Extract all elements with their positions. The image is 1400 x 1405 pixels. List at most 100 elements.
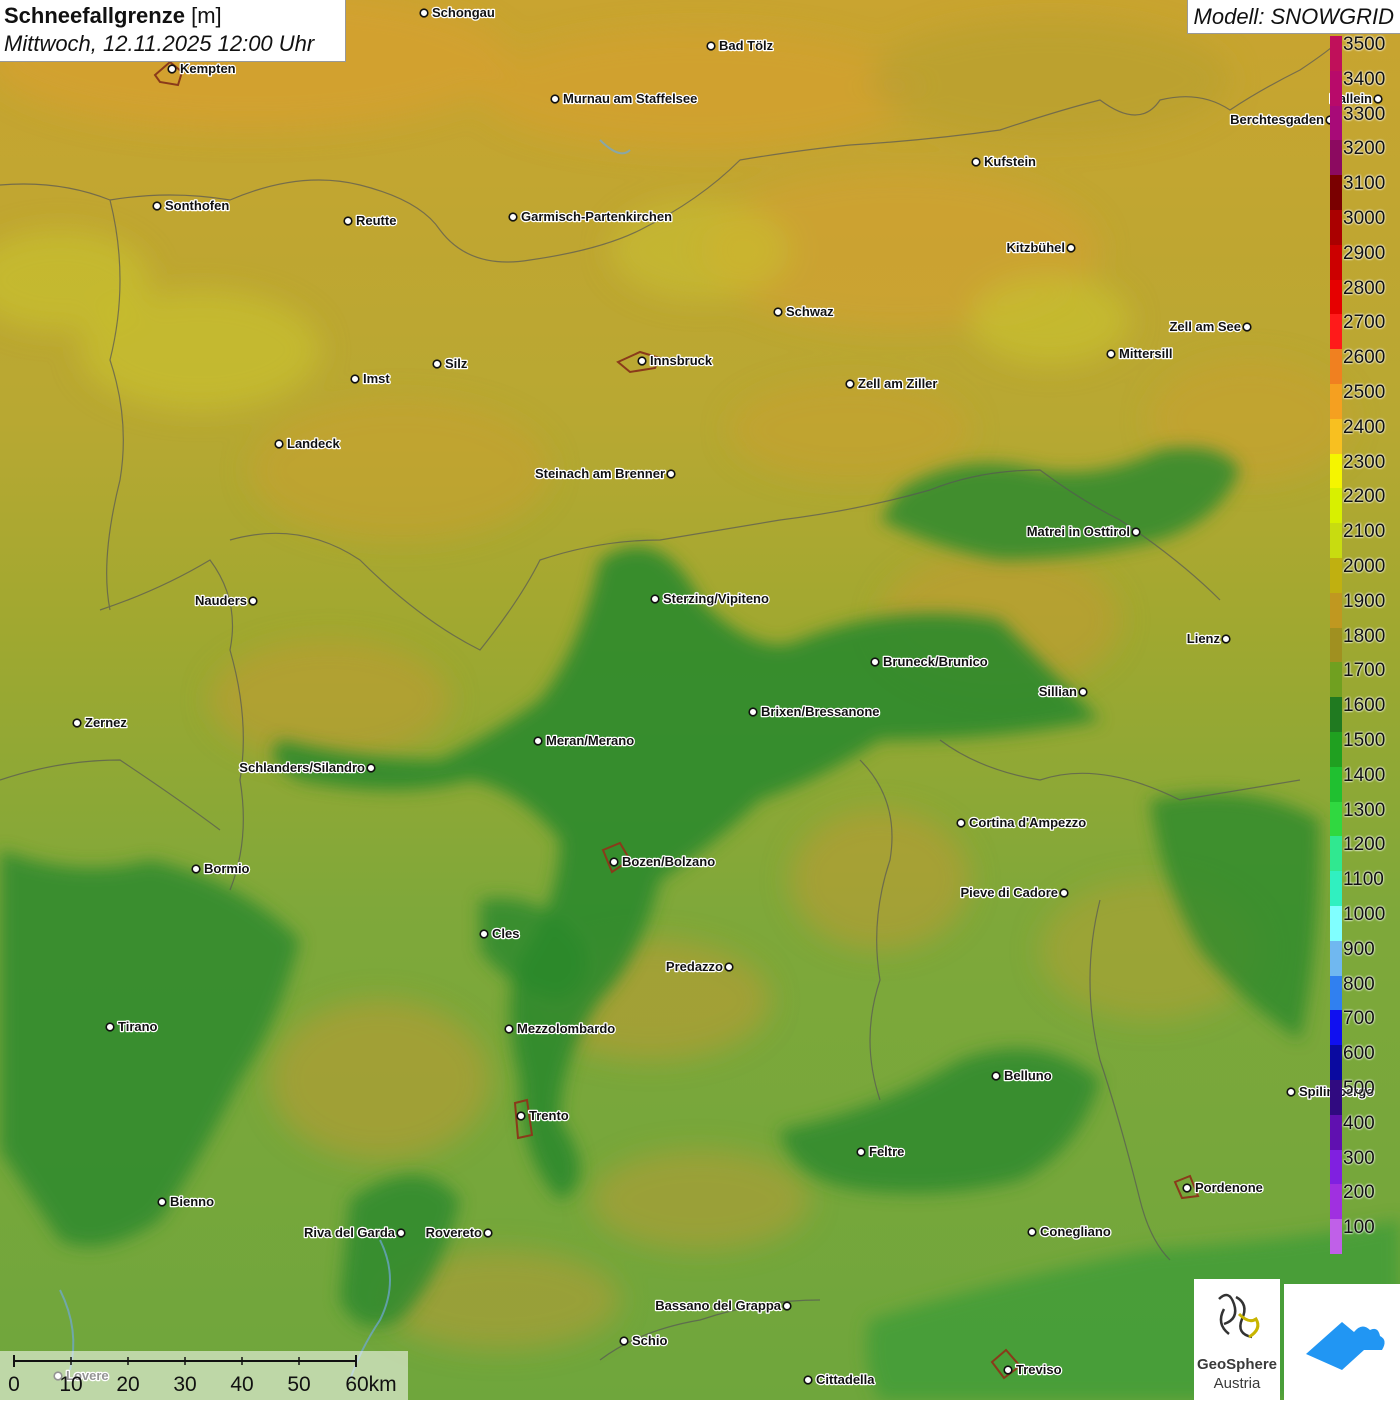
scale-tick-label: 10: [59, 1373, 83, 1396]
city-dot: [1078, 687, 1088, 697]
legend-swatch: [1330, 384, 1342, 419]
city-label: Schongau: [432, 5, 495, 20]
legend-label: 2000: [1343, 556, 1386, 577]
city-dot: [1373, 94, 1383, 104]
legend-swatch: [1330, 871, 1342, 906]
cloud-arrow-icon: [1306, 1322, 1385, 1370]
city-dot: [191, 864, 201, 874]
snowline-map[interactable]: Schongau Bad Tölz Kempten Murnau am Staffel…: [0, 0, 1400, 1400]
city-dot: [609, 857, 619, 867]
city-marker: Mezzolombardo: [504, 1020, 617, 1037]
city-dot: [72, 718, 82, 728]
legend-label: 2500: [1343, 382, 1386, 403]
legend-swatch: [1330, 1219, 1342, 1254]
legend-swatch: [1330, 105, 1342, 141]
city-marker: Meran/Merano: [533, 732, 635, 749]
city-dot: [803, 1375, 813, 1385]
partner-logo[interactable]: [1284, 1284, 1400, 1400]
geosphere-emblem-icon: [1218, 1293, 1260, 1339]
legend-swatch: [1330, 279, 1342, 315]
city-label: Predazzo: [666, 959, 723, 974]
city-label: Mittersill: [1119, 346, 1172, 361]
city-label: Schio: [632, 1333, 667, 1348]
scale-tick-label: 50: [287, 1373, 311, 1396]
city-label: Steinach am Brenner: [535, 466, 665, 481]
legend-label: 1900: [1343, 590, 1386, 612]
city-dot: [619, 1336, 629, 1346]
city-dot: [1221, 634, 1231, 644]
city-dot: [248, 596, 258, 606]
city-dot: [366, 763, 376, 773]
city-label: Zernez: [85, 715, 127, 730]
city-marker: Garmisch-Partenkirchen: [508, 208, 673, 225]
city-dot: [350, 374, 360, 384]
city-label: Belluno: [1004, 1068, 1052, 1083]
city-dot: [1106, 349, 1116, 359]
city-dot: [773, 307, 783, 317]
title-panel: Schneefallgrenze [m] Mittwoch, 12.11.202…: [0, 0, 346, 62]
scale-tick-label: 40: [230, 1373, 254, 1396]
city-label: Bormio: [204, 861, 250, 876]
legend-label: 3500: [1343, 34, 1386, 55]
city-dot: [637, 356, 647, 366]
city-label: Reutte: [356, 213, 396, 228]
logo-name-line2: Austria: [1213, 1375, 1261, 1392]
city-dot: [1027, 1227, 1037, 1237]
city-marker: Brixen/Bressanone: [748, 703, 881, 720]
city-dot: [666, 469, 676, 479]
legend-swatch: [1330, 453, 1342, 489]
city-marker: Kitzbühel: [1005, 239, 1076, 256]
scale-tick-label: 20: [116, 1373, 140, 1396]
city-marker: Cortina d'Ampezzo: [956, 814, 1088, 831]
city-label: Rovereto: [426, 1225, 482, 1240]
scale-tick-label: 30: [173, 1373, 197, 1396]
city-label: Mezzolombardo: [517, 1021, 615, 1036]
city-label: Schwaz: [786, 304, 834, 319]
city-marker: Rovereto: [424, 1224, 493, 1241]
legend-swatch: [1330, 697, 1342, 732]
city-dot: [419, 8, 429, 18]
legend-label: 3200: [1343, 138, 1386, 160]
city-dot: [1059, 888, 1069, 898]
legend-label: 2100: [1343, 521, 1386, 543]
city-dot: [1131, 527, 1141, 537]
legend-swatch: [1330, 523, 1342, 558]
city-label: Meran/Merano: [546, 733, 634, 748]
city-marker: Berchtesgaden: [1229, 111, 1335, 128]
legend-swatch: [1330, 1010, 1342, 1046]
city-dot: [479, 929, 489, 939]
legend-label: 2900: [1343, 242, 1386, 264]
map-title-text: Schneefallgrenze: [4, 3, 185, 28]
city-marker: Innsbruck: [637, 352, 714, 369]
city-label: Kufstein: [984, 154, 1036, 169]
legend-swatch: [1330, 140, 1342, 176]
city-dot: [105, 1022, 115, 1032]
city-marker: Zell am See: [1168, 318, 1252, 335]
legend-swatch: [1330, 175, 1342, 210]
city-dot: [167, 64, 177, 74]
legend-swatch: [1330, 662, 1342, 698]
city-label: Landeck: [287, 436, 341, 451]
city-dot: [1286, 1087, 1296, 1097]
legend-swatch: [1330, 1149, 1342, 1185]
city-label: Lienz: [1187, 631, 1221, 646]
city-label: Cles: [492, 926, 519, 941]
city-label: Sonthofen: [165, 198, 229, 213]
city-dot: [870, 657, 880, 667]
city-dot: [845, 379, 855, 389]
city-marker: Sonthofen: [152, 197, 231, 214]
city-dot: [748, 707, 758, 717]
city-label: Treviso: [1016, 1362, 1062, 1377]
city-label: Bad Tölz: [719, 38, 774, 53]
city-label: Garmisch-Partenkirchen: [521, 209, 672, 224]
legend-label: 1500: [1343, 730, 1386, 751]
city-dot: [724, 962, 734, 972]
legend-label: 1200: [1343, 834, 1386, 856]
city-dot: [650, 594, 660, 604]
map-title: Schneefallgrenze [m]: [4, 2, 341, 30]
city-marker: Zell am Ziller: [845, 375, 939, 392]
legend-label: 1400: [1343, 764, 1386, 786]
legend-label: 2400: [1343, 416, 1386, 438]
city-marker: Bassano del Grappa: [654, 1297, 792, 1314]
scale-tick-label: 60km: [345, 1373, 397, 1396]
